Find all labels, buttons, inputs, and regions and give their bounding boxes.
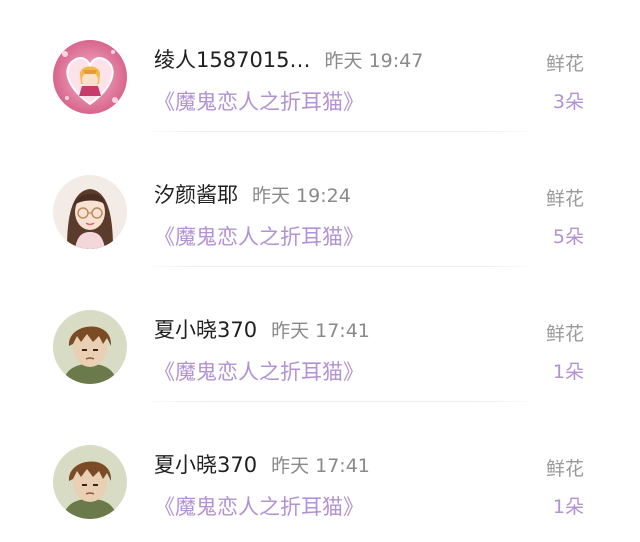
user-name[interactable]: 夏小晓370 [154,318,257,342]
book-title[interactable]: 《魔鬼恋人之折耳猫》 [154,491,364,521]
girl-with-glasses-avatar-icon [53,175,127,249]
gift-record-item[interactable]: 绫人1587015… 昨天 19:47 《魔鬼恋人之折耳猫》 鲜花 3朵 [0,0,640,135]
book-title[interactable]: 《魔鬼恋人之折耳猫》 [154,221,364,251]
book-title[interactable]: 《魔鬼恋人之折耳猫》 [154,86,364,116]
gift-type-label: 鲜花 [545,188,584,210]
gift-record-item[interactable]: 夏小晓370 昨天 17:41 《魔鬼恋人之折耳猫》 鲜花 1朵 [0,405,640,540]
divider [152,131,527,132]
gift-type-label: 鲜花 [545,323,584,345]
record-meta: 夏小晓370 昨天 17:41 [154,449,370,479]
avatar[interactable] [53,175,127,249]
divider [152,266,527,267]
gift-type-label: 鲜花 [545,53,584,75]
gift-record-item[interactable]: 汐颜酱耶 昨天 19:24 《魔鬼恋人之折耳猫》 鲜花 5朵 [0,135,640,270]
avatar[interactable] [53,40,127,114]
gift-count: 1朵 [552,361,584,383]
record-time: 昨天 17:41 [271,319,370,342]
book-title[interactable]: 《魔鬼恋人之折耳猫》 [154,356,364,386]
gift-count: 3朵 [552,91,584,113]
brown-hair-boy-avatar-icon [53,310,127,384]
record-meta: 绫人1587015… 昨天 19:47 [154,44,423,74]
gift-record-item[interactable]: 夏小晓370 昨天 17:41 《魔鬼恋人之折耳猫》 鲜花 1朵 [0,270,640,405]
record-time: 昨天 19:24 [252,184,351,207]
pink-heart-anime-avatar-icon [53,40,127,114]
brown-hair-boy-avatar-icon [53,445,127,519]
record-time: 昨天 19:47 [324,49,424,72]
avatar[interactable] [53,445,127,519]
record-time: 昨天 17:41 [271,454,370,477]
gift-count: 5朵 [552,226,584,248]
user-name[interactable]: 汐颜酱耶 [154,183,238,207]
gift-count: 1朵 [552,496,584,518]
divider [152,401,527,402]
avatar[interactable] [53,310,127,384]
user-name[interactable]: 夏小晓370 [154,453,257,477]
record-meta: 汐颜酱耶 昨天 19:24 [154,179,351,209]
user-name[interactable]: 绫人1587015… [154,48,311,72]
gift-record-list: 绫人1587015… 昨天 19:47 《魔鬼恋人之折耳猫》 鲜花 3朵 汐颜酱耶… [0,0,640,542]
gift-type-label: 鲜花 [545,458,584,480]
record-meta: 夏小晓370 昨天 17:41 [154,314,370,344]
